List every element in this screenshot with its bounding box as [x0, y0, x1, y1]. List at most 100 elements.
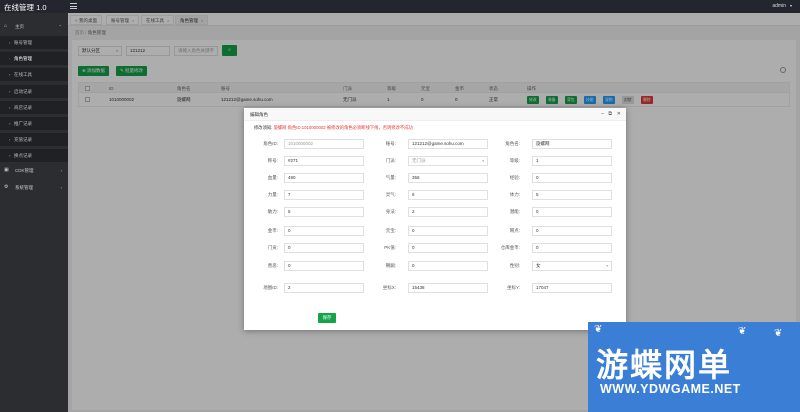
sidebar-item-promo-log[interactable]: › 推广记录: [0, 117, 68, 130]
watermark-title: 游蝶网单: [596, 347, 733, 383]
sidebar-item-exchange-log[interactable]: › 换点记录: [0, 149, 68, 162]
field-input[interactable]: 6: [408, 190, 488, 200]
field-value: 121212@game.sohu.com: [412, 141, 464, 146]
close-icon[interactable]: ✕: [617, 111, 621, 117]
field-input[interactable]: 0: [532, 207, 612, 217]
bullet-icon: ›: [9, 137, 11, 142]
field-label: 角色名:: [505, 141, 520, 146]
field-label: 地图ID:: [263, 285, 278, 290]
field-label: 善恶:: [267, 263, 278, 268]
sidebar-item-account[interactable]: › 账号管理: [0, 36, 68, 49]
field-select[interactable]: 无门派 ▾: [408, 156, 488, 166]
chevron-up-icon: ⌃: [58, 24, 62, 29]
field-label: 气量:: [385, 175, 396, 180]
field-value: #271: [288, 158, 299, 163]
field-value: 15438: [412, 285, 425, 290]
user-menu[interactable]: admin: [772, 3, 786, 9]
field-label: 网点:: [509, 228, 520, 233]
butterfly-icon: ❦: [738, 326, 747, 337]
app-title: 在线管理 1.0: [4, 3, 47, 12]
field-value: 1: [536, 158, 539, 163]
sidebar-item-role[interactable]: › 角色管理: [0, 52, 68, 65]
field-input[interactable]: 5: [532, 190, 612, 200]
field-label: 身法:: [385, 209, 396, 214]
watermark: ❦ ❦ ❦ 游蝶网单 WWW.YDWGAME.NET: [588, 322, 800, 412]
field-label: 门派:: [385, 158, 396, 163]
bullet-icon: ›: [9, 89, 11, 94]
home-icon: ⌂: [4, 23, 8, 29]
field-value: 1010000002: [288, 141, 314, 146]
bullet-icon: ›: [9, 121, 11, 126]
sidebar-item-start-log[interactable]: › 启动记录: [0, 85, 68, 98]
field-label: 坐标Y:: [506, 285, 520, 290]
field-value: 0: [412, 245, 415, 250]
top-bar: 在线管理 1.0 admin ▾: [0, 0, 800, 13]
chevron-down-icon: ▾: [482, 159, 484, 163]
field-input[interactable]: 121212@game.sohu.com: [408, 139, 488, 149]
field-input[interactable]: 0: [532, 226, 612, 236]
field-label: 等级:: [509, 158, 520, 163]
sidebar-item-system[interactable]: ⚙ 系统管理 ›: [0, 181, 68, 194]
bullet-icon: ›: [9, 72, 11, 77]
minimize-icon[interactable]: –: [601, 111, 604, 117]
field-value: 女: [536, 263, 541, 268]
field-label: 角色ID:: [263, 141, 278, 146]
field-input[interactable]: 0: [408, 261, 488, 271]
field-label: 仓库金币:: [500, 245, 520, 250]
field-input[interactable]: 0: [284, 261, 364, 271]
field-input[interactable]: 0: [284, 226, 364, 236]
field-label: 账号:: [385, 141, 396, 146]
field-label: 灵气:: [385, 192, 396, 197]
bullet-icon: ›: [9, 56, 11, 61]
field-value: 0: [288, 245, 291, 250]
field-value: 0: [412, 263, 415, 268]
field-input[interactable]: 2: [284, 283, 364, 293]
sidebar-item-recharge-log[interactable]: › 充值记录: [0, 133, 68, 146]
field-label: 性别:: [509, 263, 520, 268]
field-input[interactable]: 1010000002: [284, 139, 364, 149]
field-label: 力量:: [267, 192, 278, 197]
field-input[interactable]: 旋螺网: [532, 139, 612, 149]
gear-icon: ⚙: [4, 184, 9, 190]
menu-toggle-icon[interactable]: [70, 3, 77, 9]
field-label: 血量:: [267, 175, 278, 180]
field-value: 2: [412, 209, 415, 214]
chevron-right-icon: ›: [60, 185, 62, 190]
field-value: 0: [536, 228, 539, 233]
field-input[interactable]: 0: [408, 226, 488, 236]
field-input[interactable]: 17047: [532, 283, 612, 293]
sidebar-item-online-tools[interactable]: › 在线工具: [0, 68, 68, 81]
field-label: PK值:: [384, 245, 396, 250]
field-value: 0: [536, 245, 539, 250]
field-input[interactable]: 1: [532, 156, 612, 166]
field-input[interactable]: 5: [284, 207, 364, 217]
butterfly-icon: ❦: [594, 324, 603, 335]
maximize-icon[interactable]: ⧉: [608, 111, 612, 117]
field-input[interactable]: #271: [284, 156, 364, 166]
bullet-icon: ›: [9, 105, 11, 110]
field-value: 0: [288, 228, 291, 233]
field-input[interactable]: 356: [408, 173, 488, 183]
dialog-header: 编辑角色 – ⧉ ✕: [244, 108, 626, 121]
edit-role-dialog: 编辑角色 – ⧉ ✕ 修改须知: 旋螺网 角色ID:1010000002 被修改…: [244, 108, 626, 330]
watermark-url: WWW.YDWGAME.NET: [600, 382, 741, 396]
field-input[interactable]: 0: [284, 243, 364, 253]
sidebar-item-shop-log[interactable]: › 商店记录: [0, 101, 68, 114]
field-value: 0: [288, 263, 291, 268]
field-input[interactable]: 7: [284, 190, 364, 200]
ticket-icon: ▣: [4, 167, 9, 173]
field-input[interactable]: 0: [408, 243, 488, 253]
field-input[interactable]: 2: [408, 207, 488, 217]
save-button[interactable]: 保存: [318, 313, 336, 323]
field-value: 356: [412, 175, 420, 180]
sidebar-item-home[interactable]: ⌂ 主页 ⌃: [0, 20, 68, 33]
field-input[interactable]: 490: [284, 173, 364, 183]
sidebar-item-cdk[interactable]: ▣ CDK管理 ›: [0, 164, 68, 177]
field-input[interactable]: 0: [532, 173, 612, 183]
field-input[interactable]: 15438: [408, 283, 488, 293]
field-select[interactable]: 女 ▾: [532, 261, 612, 271]
field-input[interactable]: 0: [532, 243, 612, 253]
field-label: 称号:: [267, 158, 278, 163]
field-value: 7: [288, 192, 291, 197]
dialog-title: 编辑角色: [250, 112, 268, 117]
